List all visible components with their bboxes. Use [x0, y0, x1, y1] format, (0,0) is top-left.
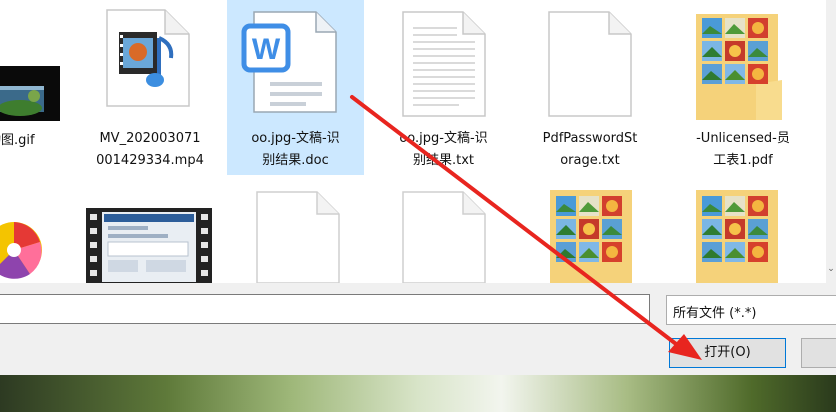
annotation-arrow — [350, 95, 702, 360]
